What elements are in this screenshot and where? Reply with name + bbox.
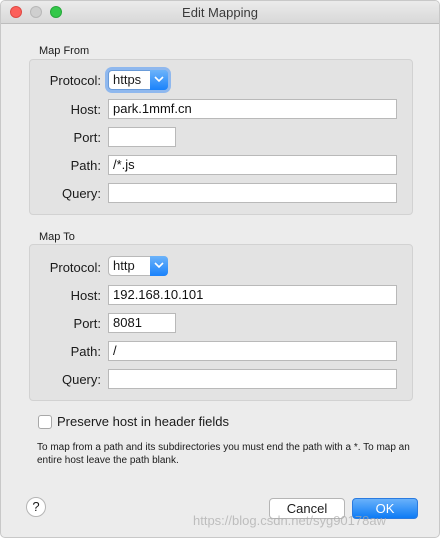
map-from-heading: Map From <box>39 45 90 57</box>
help-button[interactable]: ? <box>26 497 46 517</box>
chevron-down-icon <box>150 70 168 90</box>
from-port-field[interactable] <box>108 127 176 147</box>
to-protocol-value: http <box>113 258 135 273</box>
from-query-label: Query: <box>61 186 101 201</box>
from-host-field[interactable]: park.1mmf.cn <box>108 99 397 119</box>
to-port-label: Port: <box>73 316 101 331</box>
to-path-label: Path: <box>70 344 101 359</box>
from-port-label: Port: <box>73 130 101 145</box>
from-host-label: Host: <box>70 102 101 117</box>
window-title: Edit Mapping <box>182 5 258 20</box>
from-path-label: Path: <box>70 158 101 173</box>
to-protocol-select[interactable]: http <box>108 256 168 276</box>
to-query-field[interactable] <box>108 369 397 389</box>
from-protocol-label: Protocol: <box>49 73 101 88</box>
to-query-label: Query: <box>61 372 101 387</box>
to-protocol-label: Protocol: <box>49 260 101 275</box>
from-protocol-value: https <box>113 72 142 87</box>
from-path-field[interactable]: /*.js <box>108 155 397 175</box>
to-host-label: Host: <box>70 288 101 303</box>
preserve-host-label[interactable]: Preserve host in header fields <box>57 414 229 429</box>
to-path-field[interactable]: / <box>108 341 397 361</box>
chevron-down-icon <box>150 256 168 276</box>
map-to-heading: Map To <box>39 231 75 243</box>
watermark-text: https://blog.csdn.net/syg90178aw <box>193 513 386 528</box>
preserve-host-checkbox[interactable] <box>38 415 52 429</box>
from-protocol-select[interactable]: https <box>108 70 168 90</box>
title-bar: Edit Mapping <box>1 1 439 24</box>
to-port-field[interactable]: 8081 <box>108 313 176 333</box>
to-host-field[interactable]: 192.168.10.101 <box>108 285 397 305</box>
from-query-field[interactable] <box>108 183 397 203</box>
edit-mapping-dialog: Edit Mapping Map From Protocol: https Ho… <box>0 0 440 538</box>
help-text: To map from a path and its subdirectorie… <box>37 442 410 466</box>
